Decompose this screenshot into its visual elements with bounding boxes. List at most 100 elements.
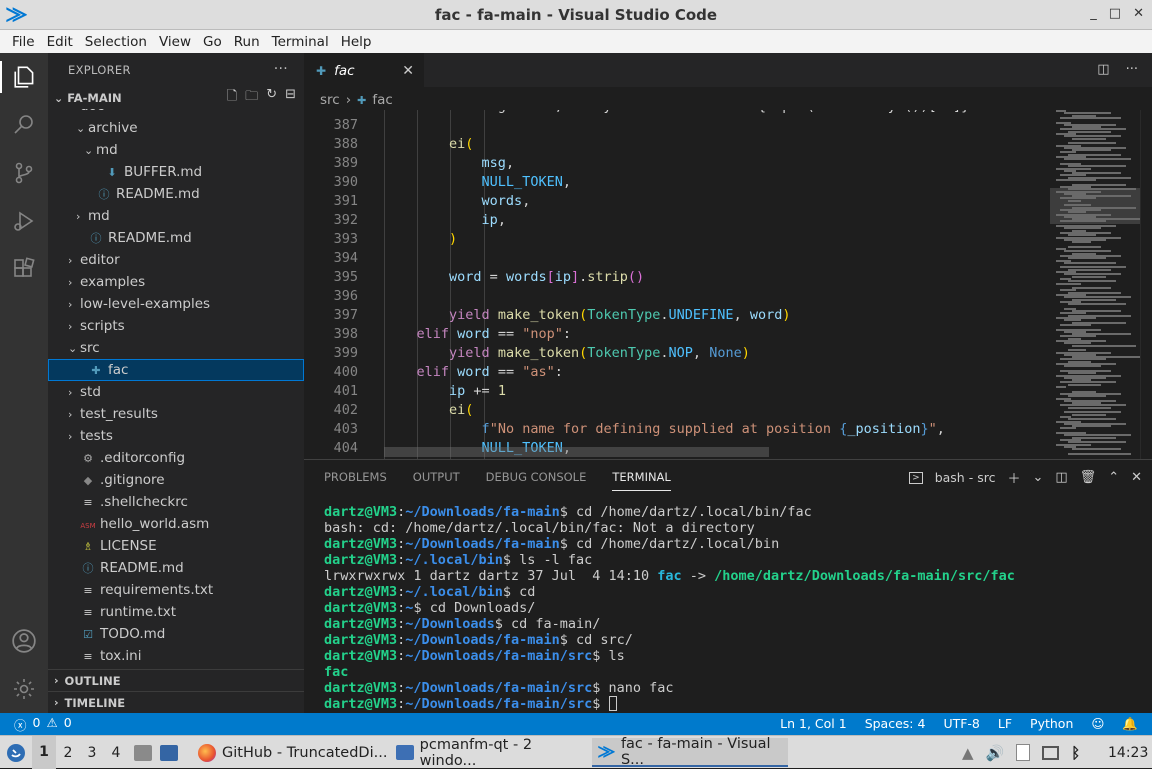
menu-file[interactable]: File xyxy=(6,34,41,50)
source-control-icon[interactable] xyxy=(8,157,40,189)
tab-debug-console[interactable]: DEBUG CONSOLE xyxy=(486,470,587,484)
breadcrumb-src[interactable]: src xyxy=(320,92,340,108)
maximize-panel-icon[interactable]: ⌃ xyxy=(1108,470,1119,485)
tab-terminal[interactable]: TERMINAL xyxy=(612,463,671,491)
tree-item[interactable]: › md xyxy=(48,205,304,227)
tree-item[interactable]: doc xyxy=(48,109,304,117)
terminal-shell-label[interactable]: bash - src xyxy=(935,470,996,485)
extensions-icon[interactable] xyxy=(8,253,40,285)
line-ending[interactable]: LF xyxy=(998,716,1012,732)
tree-item[interactable]: ⓘ README.md xyxy=(48,227,304,249)
error-icon[interactable]: ⓧ xyxy=(14,715,27,734)
error-count[interactable]: 0 xyxy=(33,715,41,734)
new-file-icon[interactable]: 🗋 xyxy=(227,87,237,109)
refresh-icon[interactable]: ↻ xyxy=(266,87,277,109)
tree-item[interactable]: › examples xyxy=(48,271,304,293)
notifications-bell-icon[interactable]: 🔔 xyxy=(1122,716,1138,732)
tree-item[interactable]: › low-level-examples xyxy=(48,293,304,315)
feedback-icon[interactable]: ☺ xyxy=(1091,716,1104,732)
menu-view[interactable]: View xyxy=(153,34,197,50)
code-line[interactable]: words, xyxy=(384,193,531,209)
tree-item[interactable]: ♗ LICENSE xyxy=(48,535,304,557)
file-manager-launcher-icon[interactable] xyxy=(134,744,152,761)
code-line[interactable]: ei( xyxy=(384,402,473,418)
code-line[interactable]: ip, xyxy=(384,212,506,228)
tree-item[interactable]: › scripts xyxy=(48,315,304,337)
network-icon[interactable] xyxy=(1042,745,1060,760)
tree-item[interactable]: › test_results xyxy=(48,403,304,425)
tree-item[interactable]: › std xyxy=(48,381,304,403)
close-tab-icon[interactable]: ✕ xyxy=(402,63,414,79)
timeline-section[interactable]: › TIMELINE xyxy=(48,691,304,713)
code-line[interactable]: elif word == "nop": xyxy=(384,326,571,342)
tree-item[interactable]: ☑ TODO.md xyxy=(48,623,304,645)
code-line[interactable]: ei( xyxy=(384,136,473,152)
new-folder-icon[interactable]: 🗀 xyxy=(245,87,258,109)
window-github[interactable]: GitHub - TruncatedDi... xyxy=(192,738,388,767)
close-window-button[interactable]: ✕ xyxy=(1133,6,1144,21)
breadcrumb-fac[interactable]: fac xyxy=(372,92,392,108)
code-line[interactable]: elif word == "as": xyxy=(384,364,563,380)
clock[interactable]: 14:23 xyxy=(1108,736,1148,769)
tree-item[interactable]: ⌄ src xyxy=(48,337,304,359)
indentation[interactable]: Spaces: 4 xyxy=(865,716,926,732)
terminal-output[interactable]: dartz@VM3:~/Downloads/fa-main$ cd /home/… xyxy=(324,504,1144,712)
workspace-1[interactable]: 1 xyxy=(32,736,56,769)
tree-item[interactable]: › tests xyxy=(48,425,304,447)
tree-item[interactable]: ⓘ README.md xyxy=(48,183,304,205)
code-line[interactable]: ) xyxy=(384,231,457,247)
code-line[interactable]: ip += 1 xyxy=(384,383,506,399)
search-icon[interactable] xyxy=(8,109,40,141)
clipboard-icon[interactable] xyxy=(1016,744,1031,761)
menu-edit[interactable]: Edit xyxy=(41,34,79,50)
menu-terminal[interactable]: Terminal xyxy=(266,34,335,50)
menu-selection[interactable]: Selection xyxy=(79,34,153,50)
collapse-all-icon[interactable]: ⊟ xyxy=(285,87,296,109)
tree-item[interactable]: ⬇ BUFFER.md xyxy=(48,161,304,183)
code-line[interactable]: yield make_token(TokenType.UNDEFINE, wor… xyxy=(384,307,790,323)
tree-item[interactable]: ⌄ archive xyxy=(48,117,304,139)
warning-icon[interactable]: ⚠ xyxy=(46,715,57,734)
menu-run[interactable]: Run xyxy=(228,34,266,50)
cursor-position[interactable]: Ln 1, Col 1 xyxy=(780,716,847,732)
maximize-button[interactable]: □ xyxy=(1109,6,1121,21)
volume-icon[interactable]: 🔊 xyxy=(986,744,1005,762)
editor-more-icon[interactable]: ··· xyxy=(1126,62,1138,77)
horizontal-scrollbar[interactable] xyxy=(384,447,769,457)
tab-fac[interactable]: ✚ fac ✕ xyxy=(304,53,424,87)
minimap[interactable] xyxy=(1050,110,1140,459)
tree-item[interactable]: ≡ tox.ini xyxy=(48,645,304,667)
code-view[interactable]: 386 msg += f", did you mean `undefine {t… xyxy=(304,110,1050,459)
tree-item[interactable]: ⚙ .editorconfig xyxy=(48,447,304,469)
tree-item[interactable]: ⌄ md xyxy=(48,139,304,161)
close-panel-icon[interactable]: ✕ xyxy=(1131,470,1142,485)
tab-output[interactable]: OUTPUT xyxy=(413,470,460,484)
outline-section[interactable]: › OUTLINE xyxy=(48,669,304,691)
chevron-down-icon[interactable]: ⌄ xyxy=(1032,470,1043,485)
menu-help[interactable]: Help xyxy=(335,34,378,50)
code-line[interactable]: word = words[ip].strip() xyxy=(384,269,644,285)
split-terminal-icon[interactable]: ◫ xyxy=(1055,470,1067,485)
new-terminal-icon[interactable]: ＋ xyxy=(1007,468,1020,487)
tree-item[interactable]: ✚ fac xyxy=(48,359,304,381)
account-icon[interactable] xyxy=(8,625,40,657)
window-vscode[interactable]: ⨠ fac - fa-main - Visual S... xyxy=(592,736,788,768)
split-editor-icon[interactable]: ◫ xyxy=(1097,62,1109,77)
minimize-button[interactable]: _ xyxy=(1090,6,1097,21)
bluetooth-icon[interactable]: ᛒ xyxy=(1071,744,1080,762)
vertical-scrollbar[interactable] xyxy=(1140,110,1152,459)
tree-item[interactable]: ◆ .gitignore xyxy=(48,469,304,491)
run-debug-icon[interactable] xyxy=(8,205,40,237)
tree-item[interactable]: ≡ requirements.txt xyxy=(48,579,304,601)
tab-problems[interactable]: PROBLEMS xyxy=(324,470,387,484)
workspace-2[interactable]: 2 xyxy=(56,745,80,761)
code-line[interactable]: yield make_token(TokenType.NOP, None) xyxy=(384,345,750,361)
settings-gear-icon[interactable] xyxy=(8,673,40,705)
tree-item[interactable]: ASM hello_world.asm xyxy=(48,513,304,535)
explorer-icon[interactable] xyxy=(0,61,48,93)
tree-item[interactable]: ≡ runtime.txt xyxy=(48,601,304,623)
code-line[interactable]: msg, xyxy=(384,155,515,171)
workspace-root[interactable]: ⌄ FA-MAIN 🗋 🗀 ↻ ⊟ xyxy=(48,87,304,109)
desktop-launcher-icon[interactable] xyxy=(160,744,178,761)
tree-item[interactable]: ≡ .shellcheckrc xyxy=(48,491,304,513)
